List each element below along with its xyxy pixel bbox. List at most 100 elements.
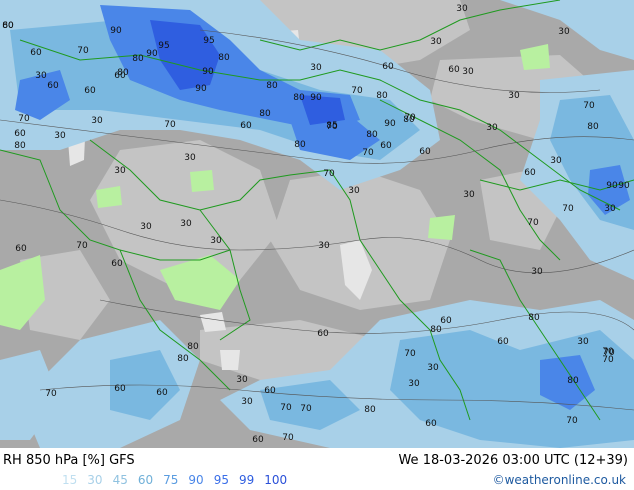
contour-label: 80	[587, 122, 599, 132]
contour-label: 30	[462, 67, 474, 77]
legend-item: 60	[137, 473, 154, 487]
contour-label: 30	[430, 37, 442, 47]
contour-label: 30	[241, 397, 253, 407]
contour-label: 30	[531, 267, 543, 277]
contour-label: 30	[348, 186, 360, 196]
contour-label: 30	[508, 91, 520, 101]
legend-item: 45	[112, 473, 128, 487]
contour-label: 60	[84, 86, 96, 96]
contour-label: 70	[282, 433, 294, 443]
contour-label: 60	[524, 168, 536, 178]
contour-label: 90	[195, 84, 207, 94]
contour-label: 80	[14, 141, 26, 151]
contour-label: 60	[317, 329, 329, 339]
legend-item: 30	[87, 473, 103, 487]
contour-label: 30	[140, 222, 152, 232]
contour-label: 60	[252, 435, 264, 445]
contour-label: 90	[310, 93, 322, 103]
contour-label: 80	[293, 93, 305, 103]
contour-label: 30	[486, 123, 498, 133]
contour-label: 60	[497, 337, 509, 347]
contour-label: 60	[448, 65, 460, 75]
contour-label: 30	[550, 156, 562, 166]
contour-label: 30	[35, 71, 47, 81]
contour-label: 70	[164, 120, 176, 130]
contour-label: 70	[323, 169, 335, 179]
contour-label: 80	[187, 342, 199, 352]
contour-label: 30	[54, 131, 66, 141]
humidity-map[interactable]: 80 9095 9530303060 7080 80906030803060 6080 90…	[0, 0, 634, 448]
contour-label: 95	[158, 41, 169, 51]
contour-label: 70	[18, 114, 30, 124]
contour-label: 70	[362, 148, 374, 158]
contour-label: 80	[376, 91, 388, 101]
contour-label: 30	[310, 63, 322, 73]
map-footer: RH 850 hPa [%] GFS We 18-03-2026 03:00 U…	[0, 448, 634, 490]
contour-label: 30	[236, 375, 248, 385]
contour-label: 80	[266, 81, 278, 91]
contour-label: 60	[380, 141, 392, 151]
contour-label: 30	[210, 236, 222, 246]
contour-label: 60	[156, 388, 168, 398]
contour-label: 60	[240, 121, 252, 131]
contour-label: 30	[463, 190, 475, 200]
contour-label: 80	[177, 354, 189, 364]
contour-label: 60	[47, 81, 59, 91]
contour-label: 30	[180, 219, 192, 229]
valid-time: We 18-03-2026 03:00 UTC (12+39)	[398, 453, 628, 468]
contour-label: 30	[114, 166, 126, 176]
contour-label: 30	[427, 363, 439, 373]
legend-item: 100	[264, 473, 288, 487]
contour-label: 80	[218, 53, 230, 63]
contour-label: 60	[14, 129, 26, 139]
contour-label: 80	[117, 68, 129, 78]
contour-label: 95	[203, 36, 214, 46]
legend-item: 95	[213, 473, 229, 487]
contour-label: 90	[606, 181, 618, 191]
contour-label: 80	[294, 140, 306, 150]
site-credit[interactable]: ©weatheronline.co.uk	[493, 473, 626, 487]
contour-label: 60	[15, 244, 27, 254]
contour-label: 30	[558, 27, 570, 37]
contour-label: 30	[408, 379, 420, 389]
contour-label: 80	[366, 130, 378, 140]
contour-label: 70	[566, 416, 578, 426]
contour-label: 70	[351, 86, 363, 96]
contour-label: 60	[111, 259, 123, 269]
contour-label: 80	[364, 405, 376, 415]
contour-label: 30	[577, 337, 589, 347]
contour-label: 30	[604, 204, 616, 214]
contour-label: 70	[300, 404, 312, 414]
contour-label: 85	[326, 121, 337, 131]
contour-label: 90	[384, 119, 396, 129]
contour-label: 60	[264, 386, 276, 396]
contour-label: 70	[527, 218, 539, 228]
contour-label: 80	[132, 54, 144, 64]
contour-label: 90	[146, 49, 158, 59]
contour-label: 70	[404, 349, 416, 359]
contour-label: 70	[280, 403, 292, 413]
contour-label: 30	[318, 241, 330, 251]
legend-item: 90	[188, 473, 204, 487]
contour-label: 60	[440, 316, 452, 326]
contour-label: 60	[2, 21, 14, 31]
contour-label: 70	[45, 389, 57, 399]
contour-label: 70	[562, 204, 574, 214]
contour-label: 80	[259, 109, 271, 119]
contour-label: 90	[618, 181, 630, 191]
contour-label: 60	[419, 147, 431, 157]
contour-label: 80	[528, 313, 540, 323]
contour-label: 70	[76, 241, 88, 251]
legend-item: 99	[238, 473, 255, 487]
contour-label: 30	[91, 116, 103, 126]
contour-label: 30	[456, 4, 468, 14]
contour-label: 70	[603, 348, 615, 358]
contour-label: 90	[110, 26, 122, 36]
contour-label: 80	[430, 325, 442, 335]
color-legend: 15 30 45 60 75 90 95 99 100	[62, 473, 297, 487]
contour-label: 60	[382, 62, 394, 72]
legend-item: 15	[62, 473, 78, 487]
contour-label: 80	[403, 115, 415, 125]
contour-label: 60	[114, 384, 126, 394]
contour-label: 60	[425, 419, 437, 429]
